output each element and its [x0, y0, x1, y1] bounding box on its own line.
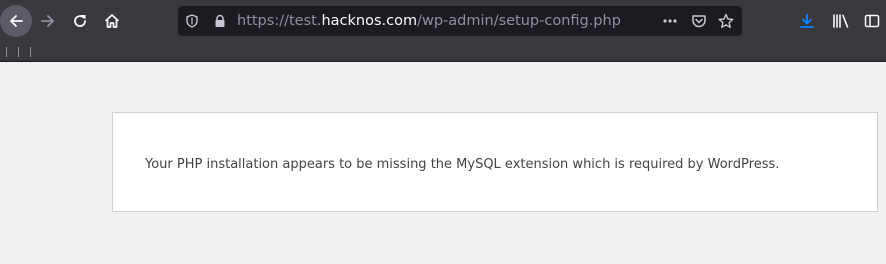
download-button[interactable] [791, 5, 823, 37]
sidebar-button[interactable] [856, 5, 886, 37]
url-prefix: https://test. [237, 13, 322, 29]
bookmark-separator [30, 47, 31, 57]
library-icon [833, 14, 849, 28]
download-icon [800, 13, 814, 28]
sidebar-icon [864, 14, 880, 28]
reload-icon [74, 15, 86, 27]
wordpress-error-box: Your PHP installation appears to be miss… [112, 112, 878, 212]
pocket-icon[interactable] [691, 13, 707, 29]
forward-button[interactable] [32, 5, 64, 37]
url-path: /wp-admin/setup-config.php [417, 13, 621, 29]
bookmark-star-icon[interactable] [718, 13, 734, 29]
error-message: Your PHP installation appears to be miss… [145, 157, 780, 172]
browser-toolbar: https://test.hacknos.com/wp-admin/setup-… [0, 0, 886, 42]
forward-arrow-icon [41, 15, 54, 27]
page-actions-more-icon[interactable] [662, 13, 678, 29]
back-arrow-icon [10, 15, 23, 27]
tracking-protection-shield-icon[interactable] [184, 13, 200, 29]
url-text[interactable]: https://test.hacknos.com/wp-admin/setup-… [237, 12, 621, 30]
library-button[interactable] [825, 5, 857, 37]
url-bar[interactable]: https://test.hacknos.com/wp-admin/setup-… [178, 6, 742, 36]
bookmark-separator [18, 47, 19, 57]
reload-button[interactable] [64, 5, 96, 37]
home-icon [104, 14, 120, 28]
url-host: hacknos.com [321, 13, 418, 29]
home-button[interactable] [96, 5, 128, 37]
bookmark-separator [6, 47, 7, 57]
lock-icon[interactable] [212, 13, 228, 29]
back-button[interactable] [0, 5, 32, 37]
bookmarks-toolbar [0, 42, 886, 62]
